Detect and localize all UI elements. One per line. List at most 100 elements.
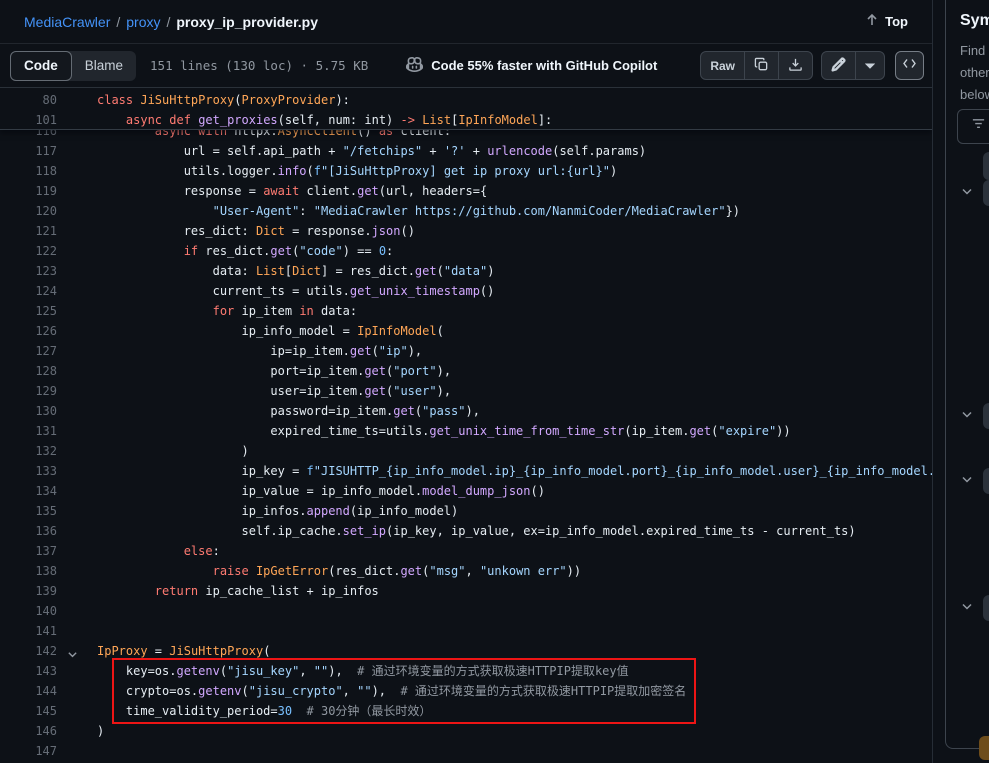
copy-icon xyxy=(754,57,769,75)
symbol-item[interactable] xyxy=(983,403,989,429)
code-line: 147 xyxy=(0,741,932,761)
code-line: 133 ip_key = f"JISUHTTP_{ip_info_model.i… xyxy=(0,461,932,481)
gutter xyxy=(57,601,97,621)
gutter xyxy=(57,161,97,181)
edit-dropdown-button[interactable] xyxy=(855,52,884,79)
tab-blame[interactable]: Blame xyxy=(72,51,136,81)
line-number[interactable]: 145 xyxy=(0,701,57,721)
symbols-filter-button[interactable] xyxy=(957,109,989,144)
code-line: 135 ip_infos.append(ip_info_model) xyxy=(0,501,932,521)
line-number[interactable]: 123 xyxy=(0,261,57,281)
line-number[interactable]: 125 xyxy=(0,301,57,321)
symbols-pane-toggle-button[interactable] xyxy=(895,51,924,80)
line-number[interactable]: 144 xyxy=(0,681,57,701)
code-text: if res_dict.get("code") == 0: xyxy=(97,241,393,261)
symbol-item[interactable] xyxy=(983,152,989,180)
line-number[interactable]: 119 xyxy=(0,181,57,201)
line-number[interactable]: 134 xyxy=(0,481,57,501)
raw-button[interactable]: Raw xyxy=(701,52,744,79)
symbol-item-highlighted[interactable] xyxy=(979,736,989,760)
gutter xyxy=(57,621,97,641)
file-meta-info: 151 lines (130 loc) · 5.75 KB xyxy=(150,58,368,73)
line-number[interactable]: 133 xyxy=(0,461,57,481)
code-text: url = self.api_path + "/fetchips" + '?' … xyxy=(97,141,646,161)
line-number[interactable]: 137 xyxy=(0,541,57,561)
download-button[interactable] xyxy=(778,52,812,79)
line-number[interactable]: 126 xyxy=(0,321,57,341)
funnel-icon xyxy=(971,117,986,137)
line-number[interactable]: 139 xyxy=(0,581,57,601)
line-number[interactable]: 117 xyxy=(0,141,57,161)
code-text: ip_key = f"JISUHTTP_{ip_info_model.ip}_{… xyxy=(97,461,932,481)
symbol-item[interactable] xyxy=(983,595,989,621)
code-text: async def get_proxies(self, num: int) ->… xyxy=(97,110,552,130)
gutter xyxy=(57,741,97,761)
line-number[interactable]: 120 xyxy=(0,201,57,221)
code-line: 118 utils.logger.info(f"[JiSuHttpProxy] … xyxy=(0,161,932,181)
code-editor-area: 116 async with httpx.AsyncClient() as cl… xyxy=(0,89,932,763)
symbol-group-chevron-icon[interactable] xyxy=(961,598,973,616)
symbols-panel-title: Symbols xyxy=(960,12,989,30)
gutter xyxy=(57,501,97,521)
code-text: user=ip_item.get("user"), xyxy=(97,381,451,401)
tab-code[interactable]: Code xyxy=(10,51,72,81)
line-number[interactable]: 129 xyxy=(0,381,57,401)
line-number[interactable]: 140 xyxy=(0,601,57,621)
gutter xyxy=(57,221,97,241)
line-number[interactable]: 138 xyxy=(0,561,57,581)
code-line: 101 async def get_proxies(self, num: int… xyxy=(0,110,932,130)
line-number[interactable]: 124 xyxy=(0,281,57,301)
breadcrumb-folder-link[interactable]: proxy xyxy=(126,14,160,30)
edit-button[interactable] xyxy=(822,52,855,79)
symbol-item[interactable] xyxy=(983,180,989,206)
copilot-banner-text: Code 55% faster with GitHub Copilot xyxy=(431,58,657,73)
symbol-group-chevron-icon[interactable] xyxy=(961,471,973,489)
line-number[interactable]: 142 xyxy=(0,641,57,661)
scroll-to-top-button[interactable]: Top xyxy=(865,13,908,30)
code-text: ip=ip_item.get("ip"), xyxy=(97,341,422,361)
line-number[interactable]: 143 xyxy=(0,661,57,681)
code-text: crypto=os.getenv("jisu_crypto", ""), # 通… xyxy=(97,681,686,701)
line-number[interactable]: 131 xyxy=(0,421,57,441)
breadcrumb-repo-link[interactable]: MediaCrawler xyxy=(24,14,110,30)
line-number[interactable]: 127 xyxy=(0,341,57,361)
gutter xyxy=(57,541,97,561)
line-number[interactable]: 130 xyxy=(0,401,57,421)
code-line: 123 data: List[Dict] = res_dict.get("dat… xyxy=(0,261,932,281)
symbols-panel: Symbols Find definitions and references … xyxy=(937,0,989,763)
code-line: 144 crypto=os.getenv("jisu_crypto", ""),… xyxy=(0,681,932,701)
symbol-group-chevron-icon[interactable] xyxy=(961,406,973,424)
code-line: 141 xyxy=(0,621,932,641)
line-number[interactable]: 135 xyxy=(0,501,57,521)
line-number[interactable]: 147 xyxy=(0,741,57,761)
code-line: 119 response = await client.get(url, hea… xyxy=(0,181,932,201)
line-number[interactable]: 141 xyxy=(0,621,57,641)
code-text: port=ip_item.get("port"), xyxy=(97,361,451,381)
symbol-item[interactable] xyxy=(983,468,989,494)
code-line: 138 raise IpGetError(res_dict.get("msg",… xyxy=(0,561,932,581)
code-line: 127 ip=ip_item.get("ip"), xyxy=(0,341,932,361)
code-line: 129 user=ip_item.get("user"), xyxy=(0,381,932,401)
copilot-icon xyxy=(406,56,423,76)
gutter xyxy=(57,281,97,301)
code-line: 128 port=ip_item.get("port"), xyxy=(0,361,932,381)
gutter xyxy=(57,181,97,201)
line-number[interactable]: 122 xyxy=(0,241,57,261)
code-line: 121 res_dict: Dict = response.json() xyxy=(0,221,932,241)
line-number[interactable]: 101 xyxy=(0,110,57,130)
gutter xyxy=(57,661,97,681)
line-number[interactable]: 136 xyxy=(0,521,57,541)
copy-button[interactable] xyxy=(744,52,778,79)
line-number[interactable]: 121 xyxy=(0,221,57,241)
line-number[interactable]: 128 xyxy=(0,361,57,381)
code-line: 136 self.ip_cache.set_ip(ip_key, ip_valu… xyxy=(0,521,932,541)
line-number[interactable]: 118 xyxy=(0,161,57,181)
line-number[interactable]: 132 xyxy=(0,441,57,461)
pencil-icon xyxy=(831,57,846,75)
code-text: response = await client.get(url, headers… xyxy=(97,181,487,201)
github-code-view: { "header": { "breadcrumb": { "repo": "M… xyxy=(0,0,989,763)
line-number[interactable]: 80 xyxy=(0,90,57,110)
line-number[interactable]: 146 xyxy=(0,721,57,741)
gutter xyxy=(57,461,97,481)
symbol-group-chevron-icon[interactable] xyxy=(961,183,973,201)
